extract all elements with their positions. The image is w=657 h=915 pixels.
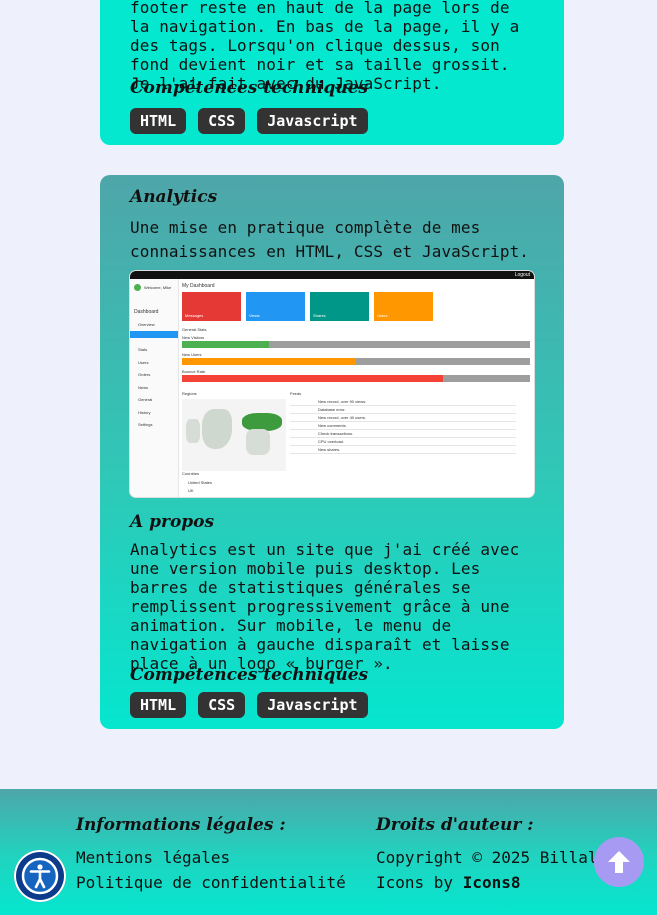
screenshot-nav-item: General (138, 397, 153, 402)
screenshot-bar-label: New Visitors (182, 335, 205, 340)
tag-list: HTML CSS Javascript (130, 108, 534, 134)
screenshot-bar-fill (182, 341, 269, 348)
tag-javascript[interactable]: Javascript (257, 692, 368, 718)
copyright-column: Droits d'auteur : Copyright © 2025 Billa… (376, 815, 626, 895)
screenshot-country-row: UK (188, 488, 194, 493)
screenshot-feed-divider (290, 453, 516, 454)
screenshot-nav-item: History (138, 410, 151, 415)
about-heading: A propos (130, 512, 215, 532)
screenshot-feed-item: CPU overload. (318, 439, 345, 444)
screenshot-bar-fill (182, 375, 443, 382)
screenshot-bar-label: Bounce Rate (182, 369, 206, 374)
screenshot-page-title: My Dashboard (182, 283, 215, 289)
screenshot-feed-item: Check transactions. (318, 431, 354, 436)
screenshot-nav-item: Users (138, 360, 149, 365)
icons-credit-prefix: Icons by (376, 873, 463, 892)
screenshot-tile-label: Views (249, 313, 260, 318)
screenshot-regions: Regions (182, 391, 197, 396)
screenshot-bar-label: New Users (182, 352, 202, 357)
screenshot-feed-divider (290, 437, 516, 438)
screenshot-logout: Logout (514, 272, 530, 278)
skills-heading: Compétences techniques (130, 78, 369, 98)
screenshot-tile: Users (374, 292, 433, 321)
legal-link-privacy[interactable]: Politique de confidentialité (76, 870, 346, 895)
screenshot-tile: Views (246, 292, 305, 321)
icons8-link[interactable]: Icons8 (463, 873, 521, 892)
screenshot-feed-item: New shares. (318, 447, 341, 452)
scroll-top-button[interactable] (594, 837, 644, 887)
site-footer: Informations légales : Mentions légales … (0, 789, 657, 915)
screenshot-bar-track (182, 358, 530, 365)
screenshot-bar-fill (182, 358, 356, 365)
screenshot-feed-divider (290, 405, 516, 406)
screenshot-topbar: Logout (130, 271, 534, 279)
tag-css[interactable]: CSS (198, 692, 246, 718)
screenshot-feed-item: New record, over 90 views. (318, 399, 367, 404)
screenshot-avatar (134, 284, 141, 291)
screenshot-nav-item: Overview (138, 322, 155, 327)
copyright-title: Droits d'auteur : (376, 815, 534, 835)
screenshot-welcome: Welcome, Mike (144, 285, 172, 290)
tag-javascript[interactable]: Javascript (257, 108, 368, 134)
screenshot-feed-divider (290, 445, 516, 446)
tag-html[interactable]: HTML (130, 108, 187, 134)
screenshot-tile: Messages (182, 292, 241, 321)
tag-css[interactable]: CSS (198, 108, 246, 134)
legal-column: Informations légales : Mentions légales … (76, 815, 346, 895)
screenshot-feed-item: New comments. (318, 423, 347, 428)
accessibility-icon (21, 857, 59, 895)
accessibility-button[interactable] (14, 850, 66, 902)
screenshot-nav-title: Dashboard (134, 309, 159, 315)
project-screenshot: Logout Welcome, Mike Dashboard Overview … (130, 271, 534, 497)
legal-link-mentions[interactable]: Mentions légales (76, 845, 346, 870)
screenshot-feed-divider (290, 421, 516, 422)
skills-heading: Compétences techniques (130, 665, 369, 685)
legal-title: Informations légales : (76, 815, 286, 835)
screenshot-nav-item: Settings (138, 422, 153, 427)
project-card-previous: footer reste en haut de la page lors de … (100, 0, 564, 145)
screenshot-nav-item: Stats (138, 347, 148, 352)
screenshot-bar-track (182, 341, 530, 348)
screenshot-bar-track (182, 375, 530, 382)
arrow-up-icon (608, 851, 630, 873)
screenshot-country-row: United States (188, 480, 213, 485)
screenshot-nav-item: News (138, 385, 149, 390)
screenshot-countries: Countries (182, 471, 200, 476)
screenshot-tile-label: Users (377, 313, 388, 318)
screenshot-nav-item: Orders (138, 372, 151, 377)
tag-html[interactable]: HTML (130, 692, 187, 718)
screenshot-feed-item: Database error. (318, 407, 346, 412)
screenshot-feed-divider (290, 413, 516, 414)
screenshot-nav-active (130, 331, 178, 338)
screenshot-feed-item: New record, over 40 users. (318, 415, 367, 420)
tag-list: HTML CSS Javascript (130, 692, 534, 718)
screenshot-general-stats: General Stats (182, 327, 207, 332)
screenshot-tile: Shares (310, 292, 369, 321)
screenshot-feed-divider (290, 429, 516, 430)
screenshot-world-map (182, 399, 286, 471)
screenshot-sidebar: Welcome, Mike Dashboard Overview Stats U… (130, 279, 179, 497)
screenshot-feeds: Feeds (290, 391, 302, 396)
about-text: Analytics est un site que j'ai créé avec… (130, 540, 520, 673)
project-title: Analytics (130, 187, 218, 207)
icons-credit: Icons by Icons8 (376, 870, 626, 895)
screenshot-tile-label: Messages (185, 313, 204, 318)
project-card-analytics: Analytics Une mise en pratique complète … (100, 175, 564, 729)
copyright-text: Copyright © 2025 BillalDev (376, 848, 627, 867)
screenshot-tile-label: Shares (313, 313, 326, 318)
project-intro: Une mise en pratique complète de mes con… (130, 218, 530, 261)
